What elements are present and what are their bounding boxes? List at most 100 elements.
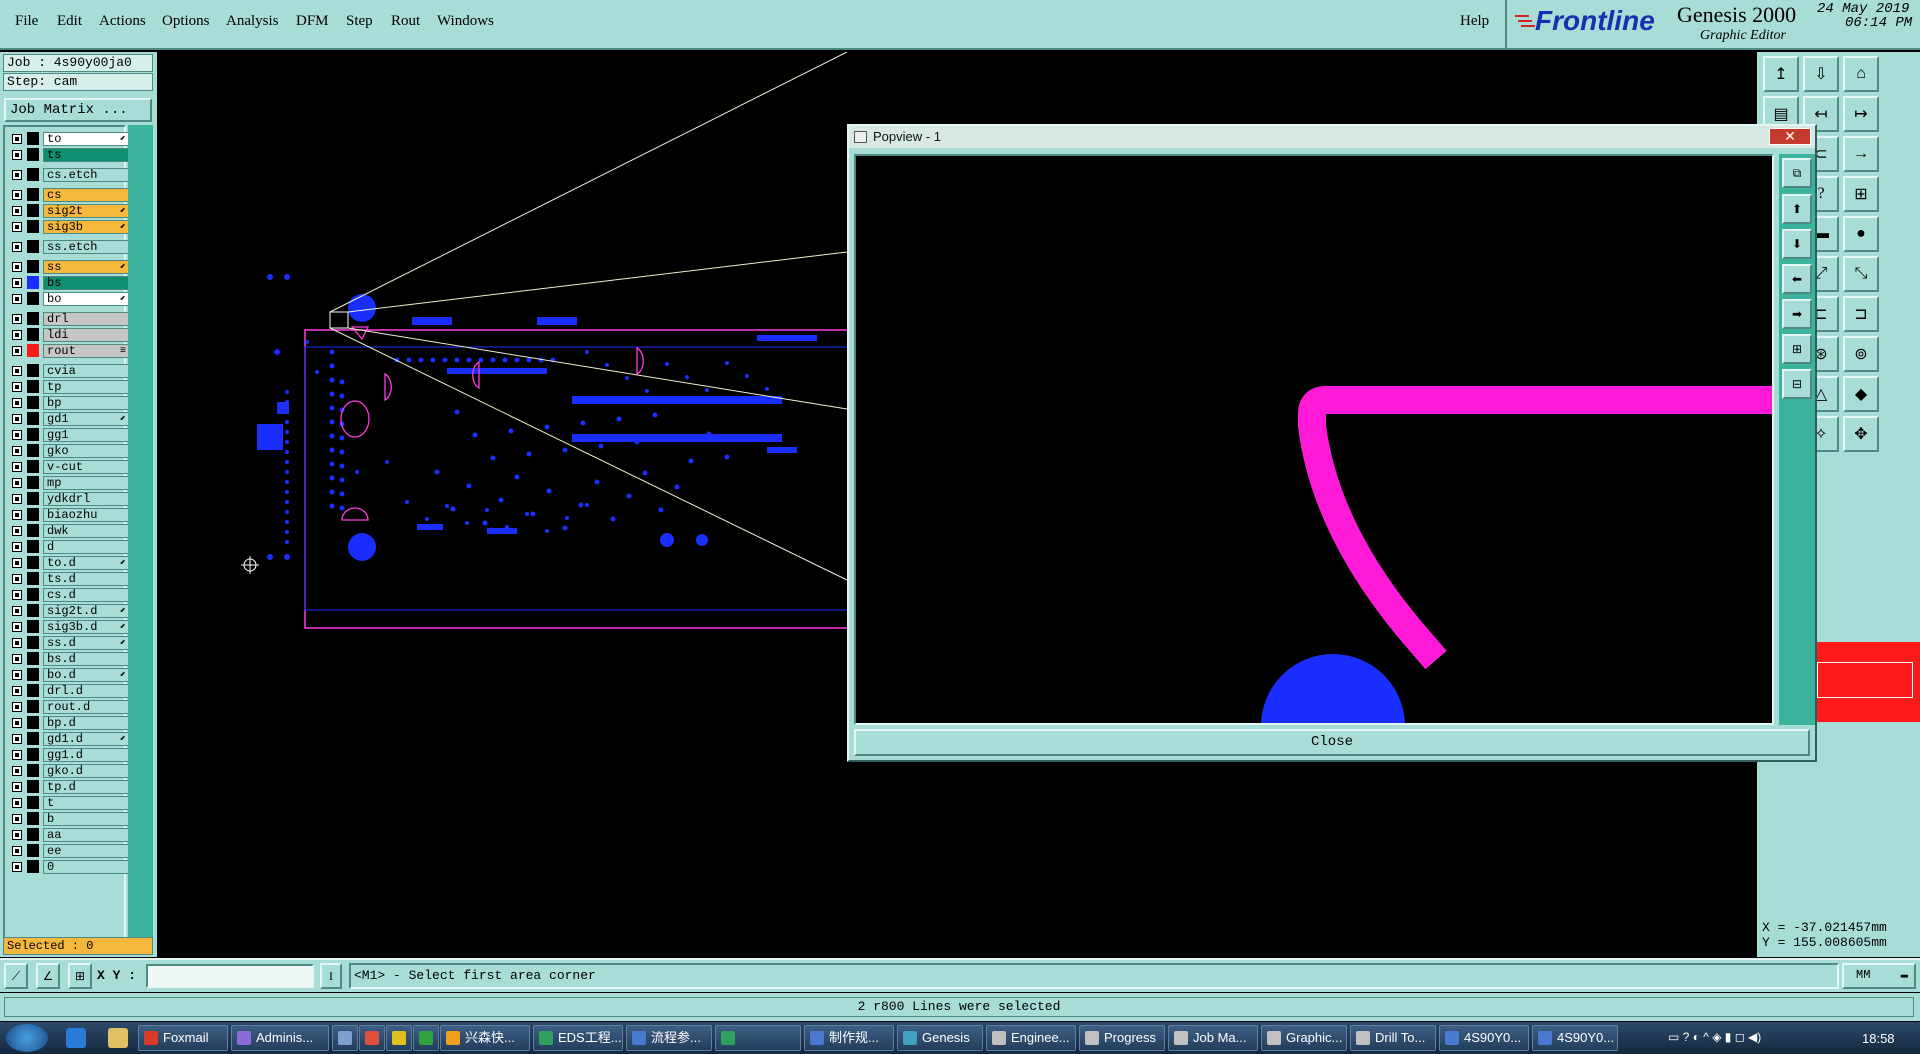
layer-row[interactable]: ss ⬋ — [7, 259, 129, 274]
layer-row[interactable]: dwk — [7, 523, 129, 538]
layer-color-swatch[interactable] — [27, 476, 39, 489]
taskbar-item[interactable] — [715, 1025, 801, 1051]
layer-checkbox[interactable] — [12, 558, 22, 568]
layer-color-swatch[interactable] — [27, 344, 39, 357]
layer-checkbox[interactable] — [12, 414, 22, 424]
layer-checkbox[interactable] — [12, 622, 22, 632]
layer-checkbox[interactable] — [12, 494, 22, 504]
layer-color-swatch[interactable] — [27, 204, 39, 217]
layer-checkbox[interactable] — [12, 382, 22, 392]
taskbar-item[interactable]: Enginee... — [986, 1025, 1076, 1051]
layer-checkbox[interactable] — [12, 862, 22, 872]
layer-name[interactable]: rout ≡ — [43, 344, 129, 358]
layer-row[interactable]: drl.d — [7, 683, 129, 698]
layer-color-swatch[interactable] — [27, 428, 39, 441]
layer-name[interactable]: d — [43, 540, 129, 554]
layer-color-swatch[interactable] — [27, 860, 39, 873]
move-right-icon[interactable]: ↦ — [1843, 96, 1879, 132]
layer-checkbox[interactable] — [12, 654, 22, 664]
layer-name[interactable]: dwk — [43, 524, 129, 538]
layer-name[interactable]: ee — [43, 844, 129, 858]
layer-checkbox[interactable] — [12, 638, 22, 648]
layer-color-swatch[interactable] — [27, 132, 39, 145]
layer-name[interactable]: gko.d — [43, 764, 129, 778]
layer-checkbox[interactable] — [12, 222, 22, 232]
pan-right-icon[interactable]: ➡ — [1782, 299, 1812, 329]
layer-checkbox[interactable] — [12, 510, 22, 520]
layer-checkbox[interactable] — [12, 750, 22, 760]
layer-row[interactable]: sig3b.d ⬋ — [7, 619, 129, 634]
layer-color-swatch[interactable] — [27, 764, 39, 777]
layer-name[interactable]: biaozhu — [43, 508, 129, 522]
bracket-right-icon[interactable]: ⊐ — [1843, 296, 1879, 332]
layer-row[interactable]: bs.d — [7, 651, 129, 666]
layer-checkbox[interactable] — [12, 346, 22, 356]
layer-name[interactable]: ts — [43, 148, 129, 162]
layer-color-swatch[interactable] — [27, 652, 39, 665]
layer-name[interactable]: bo ⬋ — [43, 292, 129, 306]
layer-checkbox[interactable] — [12, 366, 22, 376]
taskbar-item[interactable]: Genesis — [897, 1025, 983, 1051]
layer-row[interactable]: ldi — [7, 327, 129, 342]
layer-color-swatch[interactable] — [27, 148, 39, 161]
menu-options[interactable]: Options — [162, 13, 210, 30]
taskbar-item[interactable]: 4S90Y0... — [1532, 1025, 1618, 1051]
layer-checkbox[interactable] — [12, 262, 22, 272]
layer-name[interactable]: drl — [43, 312, 129, 326]
units-select[interactable]: MM ▬ — [1842, 963, 1916, 989]
layer-checkbox[interactable] — [12, 398, 22, 408]
shrink-icon[interactable]: ⤡ — [1843, 256, 1879, 292]
layer-checkbox[interactable] — [12, 814, 22, 824]
layer-checkbox[interactable] — [12, 478, 22, 488]
layer-color-swatch[interactable] — [27, 220, 39, 233]
layer-name[interactable]: aa — [43, 828, 129, 842]
arrow-right-icon[interactable]: → — [1843, 136, 1879, 172]
menu-step[interactable]: Step — [346, 13, 373, 30]
layer-row[interactable]: drl — [7, 311, 129, 326]
layer-color-swatch[interactable] — [27, 684, 39, 697]
layer-row[interactable]: cs.d — [7, 587, 129, 602]
tray-icons[interactable]: ▭ ? ◐ ^ ◈ ▮ ◻ ◀) — [1668, 1030, 1761, 1044]
layer-checkbox[interactable] — [12, 526, 22, 536]
taskbar-item[interactable]: Graphic... — [1261, 1025, 1347, 1051]
layer-color-swatch[interactable] — [27, 556, 39, 569]
layer-color-swatch[interactable] — [27, 700, 39, 713]
layer-checkbox[interactable] — [12, 150, 22, 160]
taskbar-item[interactable] — [332, 1025, 358, 1051]
layer-name[interactable]: bs — [43, 276, 129, 290]
layer-checkbox[interactable] — [12, 542, 22, 552]
layer-name[interactable]: gg1 — [43, 428, 129, 442]
grid-icon[interactable]: ⊞ — [68, 963, 92, 989]
zoom-fit-icon[interactable]: ⧉ — [1782, 158, 1812, 188]
layer-row[interactable]: cs — [7, 187, 129, 202]
ie-icon[interactable] — [66, 1028, 86, 1048]
layer-row[interactable]: b — [7, 811, 129, 826]
layer-row[interactable]: v-cut — [7, 459, 129, 474]
layer-checkbox[interactable] — [12, 702, 22, 712]
layer-color-swatch[interactable] — [27, 260, 39, 273]
layer-checkbox[interactable] — [12, 430, 22, 440]
layer-checkbox[interactable] — [12, 446, 22, 456]
menu-rout[interactable]: Rout — [391, 13, 420, 30]
layer-name[interactable]: gd1.d ⬋ — [43, 732, 129, 746]
menu-help[interactable]: Help — [1460, 13, 1489, 30]
layer-checkbox[interactable] — [12, 314, 22, 324]
layer-name[interactable]: sig3b ⬋ — [43, 220, 129, 234]
layer-checkbox[interactable] — [12, 766, 22, 776]
menu-actions[interactable]: Actions — [99, 13, 146, 30]
layer-color-swatch[interactable] — [27, 292, 39, 305]
layer-color-swatch[interactable] — [27, 636, 39, 649]
layer-name[interactable]: cs.d — [43, 588, 129, 602]
layer-name[interactable]: ldi — [43, 328, 129, 342]
pan-up-icon[interactable]: ⬆ — [1782, 194, 1812, 224]
zoom-in-icon[interactable]: ⊞ — [1782, 334, 1812, 364]
layer-color-swatch[interactable] — [27, 668, 39, 681]
layer-name[interactable]: tp.d — [43, 780, 129, 794]
layer-name[interactable]: gg1.d — [43, 748, 129, 762]
target-icon[interactable]: ⊚ — [1843, 336, 1879, 372]
layer-row[interactable]: bo.d ⬋ — [7, 667, 129, 682]
layer-scroll-strip[interactable] — [128, 125, 153, 945]
layer-name[interactable]: mp — [43, 476, 129, 490]
layer-row[interactable]: gg1 — [7, 427, 129, 442]
layer-color-swatch[interactable] — [27, 396, 39, 409]
